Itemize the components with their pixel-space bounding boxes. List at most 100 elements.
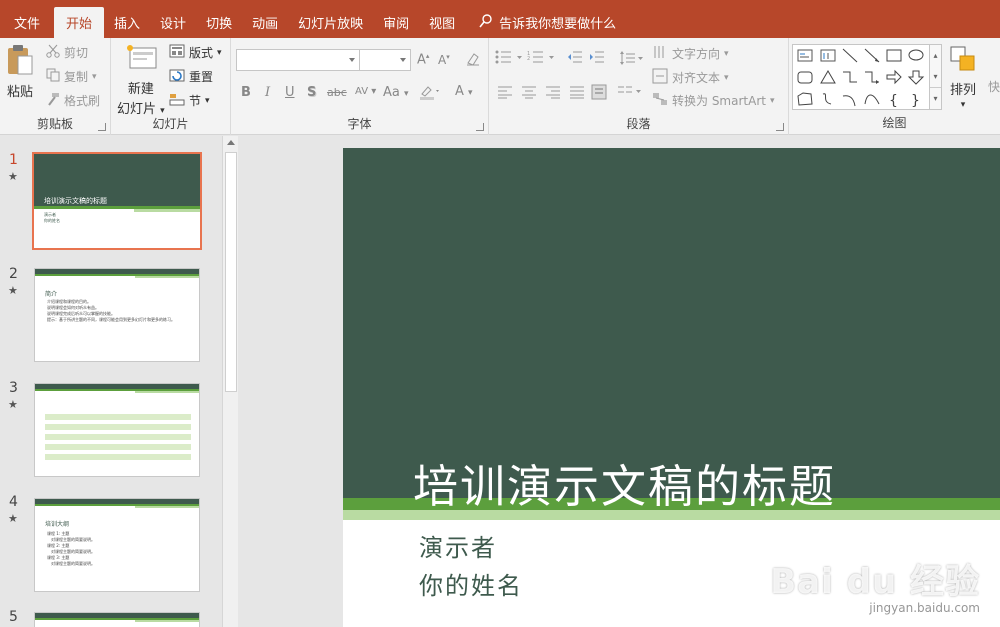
clipboard-label: 剪贴板	[36, 117, 73, 131]
tab-review[interactable]: 审阅	[373, 7, 419, 38]
grow-font-icon[interactable]: A▴	[417, 52, 429, 67]
transition-star-icon: ★	[8, 170, 18, 183]
slide-title-background	[343, 148, 1000, 498]
slide-number-1: 1	[9, 152, 18, 168]
transition-star-icon: ★	[8, 398, 18, 411]
slide-presenter-name[interactable]: 你的姓名	[419, 566, 523, 601]
tell-me-text: 告诉我你想要做什么	[499, 17, 617, 32]
quick-styles-button[interactable]: 快	[988, 78, 1000, 95]
slide-number-3: 3	[9, 380, 18, 396]
align-left-icon[interactable]	[497, 85, 513, 103]
scroll-up-icon[interactable]	[227, 140, 235, 145]
bold-button[interactable]: B	[241, 85, 251, 100]
layout-button[interactable]: 版式 ▾	[169, 44, 222, 61]
strikethrough-button[interactable]: abc	[327, 86, 347, 99]
slide-presenter[interactable]: 演示者	[419, 528, 497, 563]
font-launcher-icon[interactable]	[476, 123, 484, 131]
lightbulb-icon	[479, 13, 493, 32]
font-color-icon[interactable]: A ▾	[455, 84, 473, 99]
paste-button[interactable]: 粘贴	[6, 44, 34, 100]
align-right-icon[interactable]	[545, 85, 561, 103]
smartart-icon	[652, 92, 668, 109]
section-button[interactable]: 节 ▾	[169, 92, 210, 109]
cut-button[interactable]: 剪切	[46, 44, 88, 61]
tab-design[interactable]: 设计	[150, 7, 196, 38]
convert-smartart-button[interactable]: 转换为 SmartArt ▾	[652, 92, 775, 109]
reset-button[interactable]: 重置	[169, 68, 213, 85]
copy-icon	[46, 68, 60, 85]
shapes-gallery[interactable]: { } ▴ ▾ ▾	[792, 44, 942, 110]
shadow-button[interactable]: S	[307, 85, 316, 100]
new-slide-button[interactable]: 新建 幻灯片 ▾	[117, 44, 165, 117]
paragraph-label: 段落	[626, 117, 651, 131]
slide-thumbnail-1[interactable]: 培训演示文稿的标题 演示者 你的姓名	[32, 152, 202, 250]
slide-title[interactable]: 培训演示文稿的标题	[413, 450, 836, 515]
font-size-combo[interactable]	[359, 49, 411, 71]
arrange-button[interactable]: 排列 ▾	[948, 44, 978, 110]
slide-number-5: 5	[9, 609, 18, 625]
scissors-icon	[46, 44, 60, 61]
text-direction-button[interactable]: 文字方向 ▾	[652, 44, 729, 63]
tab-home[interactable]: 开始	[54, 7, 105, 38]
slide-thumbnail-5[interactable]	[34, 612, 200, 627]
tab-view[interactable]: 视图	[419, 7, 465, 38]
copy-button[interactable]: 复制 ▾	[46, 68, 97, 85]
decrease-indent-icon[interactable]	[567, 50, 583, 68]
slide-thumbnail-2[interactable]: 简介 介绍课程和课程的目的。 说明课程会如何对听众有益。 说明课程完成后听众可以…	[34, 268, 200, 362]
increase-indent-icon[interactable]	[589, 50, 605, 68]
underline-button[interactable]: U	[285, 85, 295, 100]
svg-text:{: {	[889, 93, 898, 109]
main-slide-canvas[interactable]: 培训演示文稿的标题 演示者 你的姓名 Bai du 经验 jingyan.bai…	[343, 148, 1000, 627]
slide-thumbnail-pane: 1 ★ 培训演示文稿的标题 演示者 你的姓名 2 ★ 简介 介绍课程和课程的目的…	[0, 136, 240, 627]
align-center-icon[interactable]	[521, 85, 537, 103]
line-spacing-icon[interactable]	[619, 50, 645, 70]
new-slide-icon	[124, 44, 158, 77]
tab-file[interactable]: 文件	[0, 7, 50, 38]
tab-insert[interactable]: 插入	[104, 7, 150, 38]
highlight-icon[interactable]	[419, 84, 441, 104]
shapes-gallery-icons: { }	[797, 48, 925, 109]
baidu-watermark: Bai du 经验 jingyan.baidu.com	[770, 562, 980, 615]
chevron-down-icon	[349, 58, 355, 62]
font-name-combo[interactable]	[236, 49, 360, 71]
paintbrush-icon	[46, 92, 60, 109]
chevron-down-icon	[400, 58, 406, 62]
slide-thumbnail-4[interactable]: 培训大纲 课程 1: 主题 对课程主题的简要说明。 课程 2: 主题 对课程主题…	[34, 498, 200, 592]
ribbon-tab-bar: 文件 开始 插入 设计 切换 动画 幻灯片放映 审阅 视图 告诉我你想要做什么	[0, 0, 1000, 38]
gallery-scrollbar[interactable]: ▴ ▾ ▾	[929, 45, 941, 109]
arrange-icon	[948, 44, 978, 77]
thumbnail-scrollbar[interactable]	[222, 136, 238, 627]
numbering-icon[interactable]: 12	[527, 50, 557, 68]
svg-text:2: 2	[527, 56, 530, 62]
slide-thumbnail-3[interactable]	[34, 383, 200, 477]
svg-text:}: }	[911, 93, 920, 109]
slides-group: 新建 幻灯片 ▾ 版式 ▾ 重置 节 ▾ 幻灯片	[111, 38, 231, 135]
layout-icon	[169, 44, 185, 61]
tab-animations[interactable]: 动画	[242, 7, 288, 38]
clipboard-group: 粘贴 剪切 复制 ▾ 格式刷 剪贴板	[0, 38, 111, 135]
distribute-icon[interactable]	[591, 84, 607, 104]
slide-number-4: 4	[9, 494, 18, 510]
reset-icon	[169, 68, 185, 85]
shrink-font-icon[interactable]: A▾	[438, 53, 450, 67]
bullets-icon[interactable]	[495, 50, 525, 68]
tab-slideshow[interactable]: 幻灯片放映	[288, 7, 373, 38]
paragraph-launcher-icon[interactable]	[776, 123, 784, 131]
paragraph-group: 12 文字方向 ▾ 对齐文本 ▾ 转换为 SmartArt ▾ 段落	[489, 38, 789, 135]
transition-star-icon: ★	[8, 284, 18, 297]
format-painter-button[interactable]: 格式刷	[46, 92, 100, 109]
clear-format-icon[interactable]	[465, 51, 481, 71]
italic-button[interactable]: I	[265, 85, 270, 100]
char-spacing-button[interactable]: AV ▾	[355, 86, 376, 97]
tell-me-box[interactable]: 告诉我你想要做什么	[479, 7, 616, 38]
tab-transitions[interactable]: 切换	[196, 7, 242, 38]
font-label: 字体	[347, 117, 372, 131]
font-group: A▴ A▾ B I U S abc AV ▾ Aa ▾ A ▾ 字体	[231, 38, 489, 135]
columns-icon[interactable]	[617, 85, 643, 103]
justify-icon[interactable]	[569, 85, 585, 103]
transition-star-icon: ★	[8, 512, 18, 525]
change-case-button[interactable]: Aa ▾	[383, 85, 409, 100]
align-text-button[interactable]: 对齐文本 ▾	[652, 68, 729, 87]
clipboard-launcher-icon[interactable]	[98, 123, 106, 131]
scrollbar-thumb[interactable]	[225, 152, 237, 392]
